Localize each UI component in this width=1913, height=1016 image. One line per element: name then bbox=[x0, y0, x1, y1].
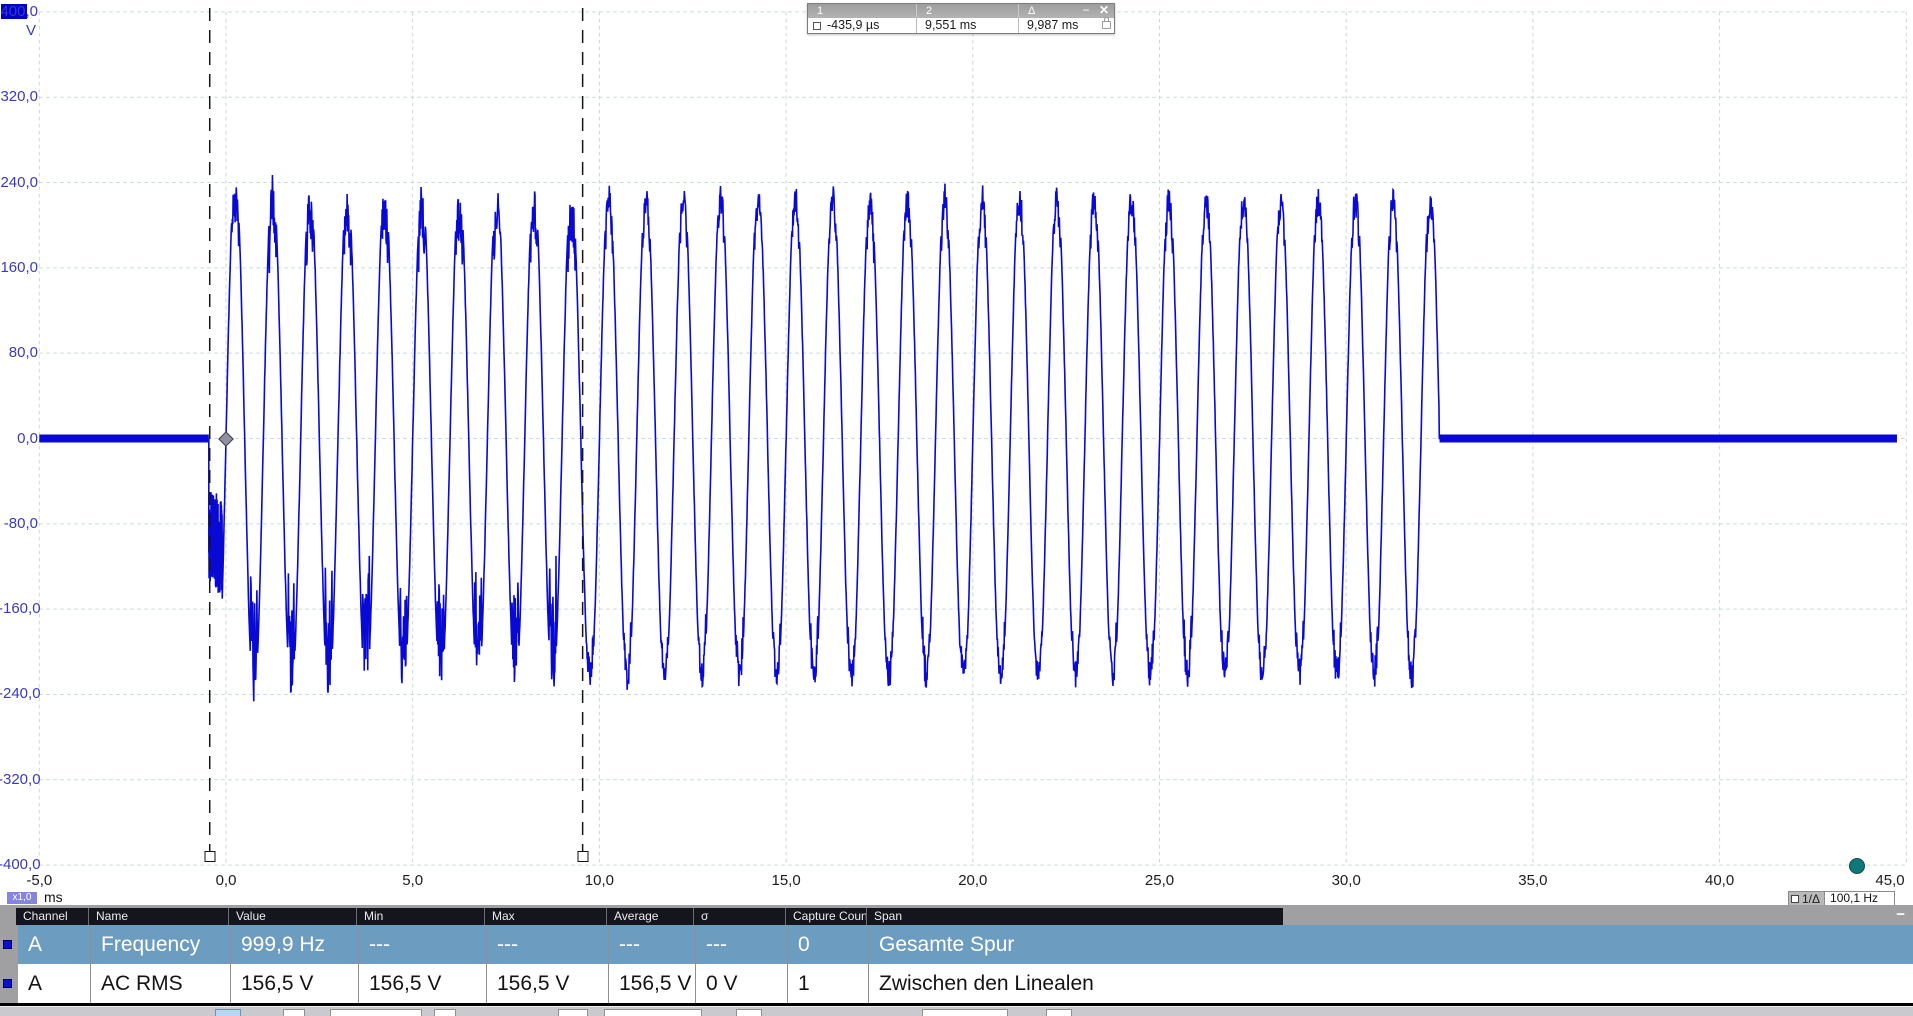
cutoff-control[interactable] bbox=[434, 1009, 456, 1016]
row-gutter bbox=[0, 925, 18, 964]
cursor2-time-value: 9,551 ms bbox=[916, 18, 1018, 33]
y-tick-label: 240,0 bbox=[0, 176, 38, 190]
delta-time-cell: 9,987 ms bbox=[1018, 18, 1114, 33]
table-cell[interactable]: --- bbox=[358, 925, 486, 964]
y-tick-label: -160,0 bbox=[0, 602, 38, 616]
waveform-chart-area[interactable]: 400,0320,0240,0160,080,00,0-80,0-160,0-2… bbox=[0, 0, 1913, 905]
cursor-readout-values: -435,9 µs 9,551 ms 9,987 ms bbox=[808, 18, 1114, 33]
waveform-plot[interactable] bbox=[0, 0, 1913, 905]
table-cell[interactable]: --- bbox=[608, 925, 695, 964]
x-tick-label: 25,0 bbox=[1145, 872, 1174, 889]
table-cell[interactable]: 156,5 V bbox=[608, 964, 695, 1003]
y-tick-label: -240,0 bbox=[0, 687, 38, 701]
cutoff-control[interactable] bbox=[922, 1009, 1008, 1016]
y-tick-label: 0,0 bbox=[0, 432, 38, 446]
inverse-delta-frequency-value: 100,1 Hz bbox=[1825, 891, 1895, 906]
column-header-average[interactable]: Average bbox=[606, 908, 693, 925]
table-cell[interactable]: --- bbox=[695, 925, 787, 964]
measurements-table-header: ChannelNameValueMinMaxAverageσCapture Co… bbox=[0, 908, 1913, 925]
cutoff-control[interactable] bbox=[283, 1009, 305, 1016]
time-cursor-2-handle[interactable] bbox=[577, 851, 588, 862]
table-cell[interactable]: Gesamte Spur bbox=[868, 925, 1285, 964]
x-tick-label: 0,0 bbox=[216, 872, 237, 889]
delta-time-value: 9,987 ms bbox=[1027, 18, 1078, 32]
x-tick-label: 10,0 bbox=[585, 872, 614, 889]
table-cell[interactable]: AC RMS bbox=[90, 964, 230, 1003]
table-cell[interactable]: 156,5 V bbox=[486, 964, 608, 1003]
table-row[interactable]: AFrequency999,9 Hz------------0Gesamte S… bbox=[0, 925, 1913, 964]
x-tick-label: 30,0 bbox=[1332, 872, 1361, 889]
x-tick-label: 45,0 bbox=[1875, 872, 1904, 889]
inverse-delta-label: 1/Δ bbox=[1802, 892, 1820, 906]
cutoff-control[interactable] bbox=[215, 1009, 241, 1016]
oscilloscope-app: 400,0320,0240,0160,080,00,0-80,0-160,0-2… bbox=[0, 0, 1913, 1016]
cursor1-column-header: 1 bbox=[808, 4, 916, 18]
inverse-delta-checkbox[interactable] bbox=[1791, 895, 1799, 903]
table-row[interactable]: AAC RMS156,5 V156,5 V156,5 V156,5 V0 V1Z… bbox=[0, 964, 1913, 1003]
x-tick-label: -5,0 bbox=[26, 872, 52, 889]
cutoff-control[interactable] bbox=[604, 1009, 702, 1016]
table-cell[interactable]: 156,5 V bbox=[358, 964, 486, 1003]
table-minimize-button[interactable]: − bbox=[1896, 906, 1905, 923]
table-cell[interactable]: 999,9 Hz bbox=[230, 925, 358, 964]
x-tick-label: 5,0 bbox=[402, 872, 423, 889]
y-tick-label: 80,0 bbox=[0, 346, 38, 360]
minimize-button[interactable]: − bbox=[1078, 4, 1094, 18]
close-button[interactable]: ✕ bbox=[1096, 4, 1112, 18]
cutoff-control[interactable] bbox=[736, 1009, 762, 1016]
column-header-min[interactable]: Min bbox=[356, 908, 484, 925]
x-tick-label: 20,0 bbox=[958, 872, 987, 889]
row-channel-marker-icon[interactable] bbox=[3, 979, 12, 988]
table-cell[interactable]: 0 bbox=[787, 925, 868, 964]
measurements-table: ChannelNameValueMinMaxAverageσCapture Co… bbox=[0, 905, 1913, 1006]
column-header-capture-count[interactable]: Capture Count bbox=[785, 908, 866, 925]
row-channel-marker-icon[interactable] bbox=[3, 940, 12, 949]
cursor1-value-cell: -435,9 µs bbox=[808, 18, 916, 33]
cursor1-time-value: -435,9 µs bbox=[827, 18, 879, 33]
cutoff-control[interactable] bbox=[1046, 1009, 1072, 1016]
table-cell[interactable]: 1 bbox=[787, 964, 868, 1003]
x-tick-label: 15,0 bbox=[771, 872, 800, 889]
y-tick-label: 400,0 bbox=[0, 5, 38, 19]
cutoff-toolbar-strip bbox=[0, 1006, 1913, 1016]
delta-column-header: Δ − ✕ bbox=[1018, 4, 1114, 18]
y-axis-unit-label: V bbox=[26, 22, 36, 39]
column-header-σ[interactable]: σ bbox=[693, 908, 785, 925]
channel-a-waveform bbox=[209, 175, 1440, 701]
table-cell[interactable]: --- bbox=[486, 925, 608, 964]
inverse-delta-frequency-box: 1/Δ 100,1 Hz bbox=[1788, 891, 1895, 906]
table-cell[interactable]: Frequency bbox=[90, 925, 230, 964]
table-cell[interactable]: 156,5 V bbox=[230, 964, 358, 1003]
row-gutter bbox=[0, 964, 18, 1003]
x-tick-label: 40,0 bbox=[1705, 872, 1734, 889]
y-tick-label: -320,0 bbox=[0, 773, 38, 787]
time-zoom-badge[interactable]: x1,0 bbox=[7, 892, 37, 904]
column-header-name[interactable]: Name bbox=[88, 908, 228, 925]
cutoff-control[interactable] bbox=[330, 1009, 422, 1016]
axis-end-marker-icon[interactable] bbox=[1849, 858, 1865, 874]
column-header-value[interactable]: Value bbox=[228, 908, 356, 925]
cursor-readout-panel[interactable]: 1 2 Δ − ✕ -435,9 µs 9,551 ms 9,987 ms bbox=[807, 3, 1115, 34]
table-cell[interactable]: Zwischen den Linealen bbox=[868, 964, 1285, 1003]
x-tick-label: 35,0 bbox=[1518, 872, 1547, 889]
lock-icon[interactable] bbox=[1102, 21, 1111, 29]
table-cell[interactable]: A bbox=[18, 964, 90, 1003]
table-cell[interactable]: 0 V bbox=[695, 964, 787, 1003]
cutoff-control[interactable] bbox=[558, 1009, 588, 1016]
column-header-channel[interactable]: Channel bbox=[16, 908, 88, 925]
y-tick-label: -400,0 bbox=[0, 858, 38, 872]
cursor2-column-header: 2 bbox=[916, 4, 1018, 18]
delta-symbol: Δ bbox=[1028, 5, 1035, 17]
x-axis-unit-label: ms bbox=[44, 889, 63, 905]
y-tick-label: -80,0 bbox=[0, 517, 38, 531]
cursor-link-checkbox[interactable] bbox=[813, 22, 821, 30]
column-header-max[interactable]: Max bbox=[484, 908, 606, 925]
y-tick-label: 160,0 bbox=[0, 261, 38, 275]
time-cursor-1-handle[interactable] bbox=[204, 851, 215, 862]
cursor-readout-header: 1 2 Δ − ✕ bbox=[808, 4, 1114, 18]
column-header-span[interactable]: Span bbox=[866, 908, 1283, 925]
y-tick-label: 320,0 bbox=[0, 90, 38, 104]
table-cell[interactable]: A bbox=[18, 925, 90, 964]
inverse-delta-label-segment: 1/Δ bbox=[1788, 891, 1825, 906]
